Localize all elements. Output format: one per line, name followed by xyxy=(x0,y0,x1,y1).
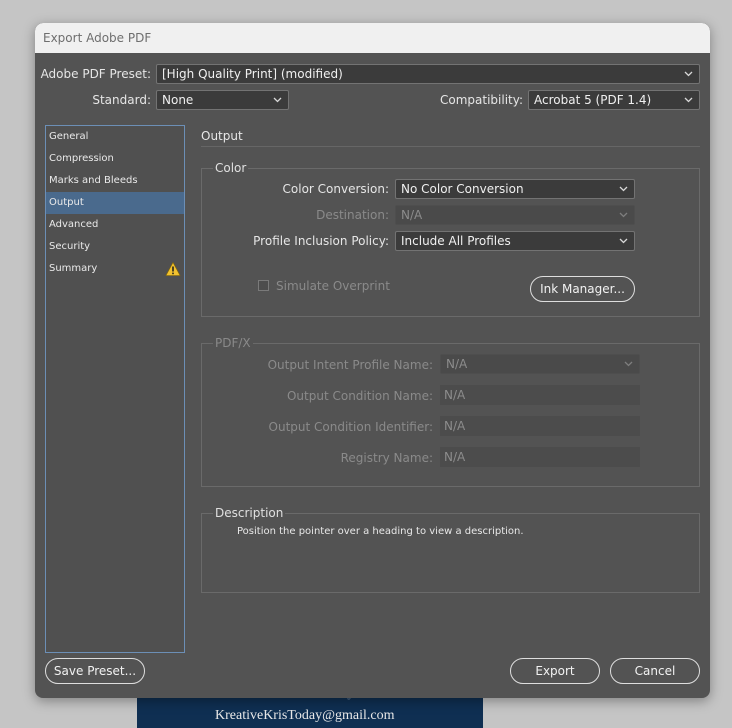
sidebar-item-label: General xyxy=(49,131,89,142)
sidebar-item-summary[interactable]: Summary xyxy=(46,258,184,280)
color-conversion-select[interactable]: No Color Conversion xyxy=(395,179,635,199)
sidebar-item-label: Advanced xyxy=(49,219,99,230)
warning-triangle-icon xyxy=(165,261,181,277)
output-condition-identifier-field[interactable]: N/A xyxy=(440,416,640,436)
compatibility-label: Compatibility: xyxy=(439,93,523,107)
simulate-overprint-checkbox[interactable] xyxy=(258,280,269,291)
output-condition-identifier-label: Output Condition Identifier: xyxy=(268,420,433,434)
export-pdf-dialog: Export Adobe PDF Adobe PDF Preset: [High… xyxy=(35,23,710,698)
output-condition-name-field[interactable]: N/A xyxy=(440,385,640,405)
output-condition-name-label: Output Condition Name: xyxy=(286,389,433,403)
chevron-down-icon xyxy=(684,91,694,109)
chevron-down-icon xyxy=(619,180,629,198)
color-conversion-label: Color Conversion: xyxy=(282,182,389,196)
background-email-text: KreativeKrisToday@gmail.com xyxy=(215,708,395,723)
standard-select-value: None xyxy=(162,93,194,107)
sidebar-item-label: Marks and Bleeds xyxy=(49,175,138,186)
preset-label: Adobe PDF Preset: xyxy=(40,67,151,81)
registry-name-label: Registry Name: xyxy=(340,451,433,465)
description-legend: Description xyxy=(213,506,286,520)
simulate-overprint-label: Simulate Overprint xyxy=(276,279,390,293)
chevron-down-icon xyxy=(684,65,694,83)
output-intent-select[interactable]: N/A xyxy=(440,354,640,374)
destination-label: Destination: xyxy=(316,208,389,222)
description-text: Position the pointer over a heading to v… xyxy=(237,526,524,537)
profile-inclusion-value: Include All Profiles xyxy=(401,234,511,248)
color-conversion-value: No Color Conversion xyxy=(401,182,524,196)
output-intent-value: N/A xyxy=(446,357,468,371)
chevron-down-icon xyxy=(624,355,634,373)
sidebar-item-marks-and-bleeds[interactable]: Marks and Bleeds xyxy=(46,170,184,192)
standard-select[interactable]: None xyxy=(156,90,289,110)
sidebar-item-compression[interactable]: Compression xyxy=(46,148,184,170)
destination-value: N/A xyxy=(401,208,423,222)
export-button[interactable]: Export xyxy=(510,658,600,684)
section-title-output: Output xyxy=(201,129,243,143)
sidebar-item-label: Summary xyxy=(49,263,98,274)
chevron-down-icon xyxy=(273,91,283,109)
preset-select-value: [High Quality Print] (modified) xyxy=(162,67,343,81)
output-intent-label: Output Intent Profile Name: xyxy=(267,358,433,372)
chevron-down-icon xyxy=(619,206,629,224)
destination-select[interactable]: N/A xyxy=(395,205,635,225)
standard-label: Standard: xyxy=(92,93,151,107)
cancel-button[interactable]: Cancel xyxy=(610,658,700,684)
chevron-down-icon xyxy=(619,232,629,250)
sidebar-item-label: Output xyxy=(49,197,84,208)
sidebar-item-security[interactable]: Security xyxy=(46,236,184,258)
section-divider xyxy=(201,146,700,147)
dialog-title: Export Adobe PDF xyxy=(35,23,710,53)
sidebar-item-general[interactable]: General xyxy=(46,126,184,148)
description-group xyxy=(201,513,700,593)
compatibility-select-value: Acrobat 5 (PDF 1.4) xyxy=(534,93,652,107)
sidebar-item-label: Security xyxy=(49,241,91,252)
profile-inclusion-select[interactable]: Include All Profiles xyxy=(395,231,635,251)
pdfx-legend: PDF/X xyxy=(213,336,253,350)
compatibility-select[interactable]: Acrobat 5 (PDF 1.4) xyxy=(528,90,700,110)
ink-manager-button[interactable]: Ink Manager... xyxy=(530,276,635,302)
save-preset-button[interactable]: Save Preset... xyxy=(45,658,145,684)
preset-select[interactable]: [High Quality Print] (modified) xyxy=(156,64,700,84)
registry-name-field[interactable]: N/A xyxy=(440,447,640,467)
sidebar-item-output[interactable]: Output xyxy=(46,192,184,214)
category-list: General Compression Marks and Bleeds Out… xyxy=(45,125,185,653)
color-legend: Color xyxy=(213,161,249,175)
sidebar-item-advanced[interactable]: Advanced xyxy=(46,214,184,236)
profile-inclusion-label: Profile Inclusion Policy: xyxy=(253,234,389,248)
sidebar-item-label: Compression xyxy=(49,153,114,164)
